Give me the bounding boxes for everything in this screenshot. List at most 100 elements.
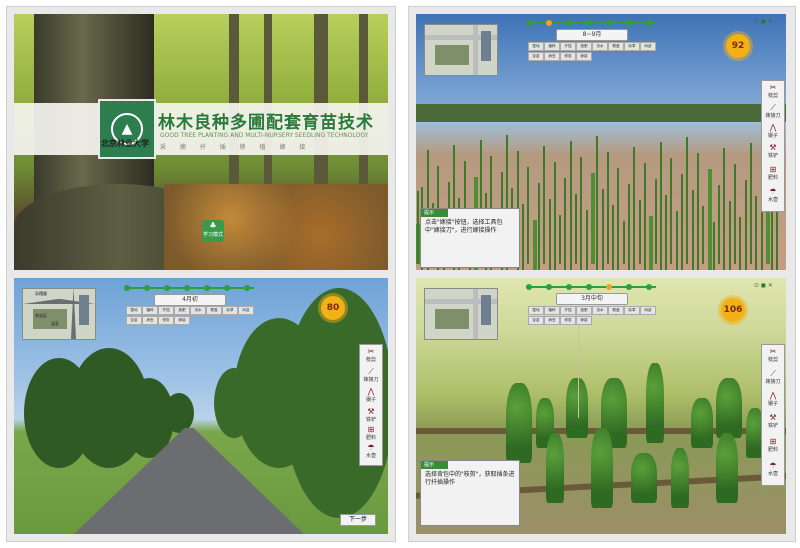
next-step-button[interactable]: 下一步 bbox=[340, 514, 376, 526]
toolbar-button[interactable]: 覆盖 bbox=[206, 306, 222, 315]
toolbar-button[interactable]: 除草 bbox=[624, 42, 640, 51]
vine-plant bbox=[631, 453, 657, 503]
timeline-dot[interactable] bbox=[244, 285, 250, 291]
tool-grafting-knife[interactable]: ⟋ 嫁接刀 bbox=[361, 367, 381, 385]
seedling-stem bbox=[633, 147, 636, 270]
seedling-stem bbox=[622, 221, 625, 264]
toolbar-button[interactable]: 扦插 bbox=[158, 306, 174, 315]
tool-grafting-knife[interactable]: ⟋ 嫁接刀 bbox=[763, 369, 783, 387]
timeline-dot[interactable] bbox=[164, 285, 170, 291]
toolbar-button[interactable]: 间苗 bbox=[640, 306, 656, 315]
tool-shovel[interactable]: ⚒ 铁铲 bbox=[763, 413, 783, 431]
toolbar-button[interactable]: 施肥 bbox=[576, 42, 592, 51]
month-timeline[interactable] bbox=[526, 20, 656, 26]
pruning-shears-icon: ✂ bbox=[769, 347, 777, 356]
minimap[interactable]: 育苗区 温室 采穗圃 bbox=[22, 288, 96, 340]
tool-pruning-shears[interactable]: ✂ 枝剪 bbox=[763, 83, 783, 101]
minimap[interactable] bbox=[424, 288, 498, 340]
toolbar-button[interactable]: 除草 bbox=[624, 306, 640, 315]
tool-fertilizer[interactable]: ⊞ 肥料 bbox=[361, 425, 381, 443]
toolbar-button[interactable]: 整地 bbox=[528, 306, 544, 315]
toolbar-button[interactable]: 播种 bbox=[544, 42, 560, 51]
timeline-dot[interactable] bbox=[546, 284, 552, 290]
toolbar-button[interactable]: 施肥 bbox=[174, 306, 190, 315]
tool-shovel[interactable]: ⚒ 铁铲 bbox=[361, 407, 381, 425]
toolbar-button[interactable]: 嫁接 bbox=[576, 316, 592, 325]
seedling-stem bbox=[569, 141, 572, 270]
window-controls[interactable]: ⊙ ◼ ✕ bbox=[754, 18, 773, 25]
toolbar-button[interactable]: 病虫 bbox=[544, 316, 560, 325]
timeline-dot[interactable] bbox=[566, 284, 572, 290]
tool-grafting-knife[interactable]: ⟋ 嫁接刀 bbox=[763, 103, 783, 121]
hint-box: 提示 点击"嫁接"按钮，选择工具包中"嫁接刀"，进行嫁接操作 bbox=[420, 208, 520, 268]
toolbar-button[interactable]: 间苗 bbox=[640, 42, 656, 51]
toolbar-button[interactable]: 扦插 bbox=[560, 42, 576, 51]
toolbar-button[interactable]: 病虫 bbox=[142, 316, 158, 325]
tool-tweezers[interactable]: ⋀ 镊子 bbox=[361, 387, 381, 405]
tool-pruning-shears[interactable]: ✂ 枝剪 bbox=[361, 347, 381, 365]
tool-pruning-shears[interactable]: ✂ 枝剪 bbox=[763, 347, 783, 365]
tool-watering-can[interactable]: ☂ 水壶 bbox=[763, 187, 783, 205]
toolbar-button[interactable]: 浇水 bbox=[592, 306, 608, 315]
watering-can-icon: ☂ bbox=[769, 187, 777, 196]
toolbar-button[interactable]: 病虫 bbox=[544, 52, 560, 61]
timeline-dot[interactable] bbox=[204, 285, 210, 291]
timeline-dot[interactable] bbox=[526, 284, 532, 290]
timeline-dot[interactable] bbox=[646, 20, 652, 26]
title-tags: 采 摘 扦 插 移 植 嫁 接 bbox=[160, 144, 312, 151]
window-controls[interactable]: ⊙ ◼ ✕ bbox=[754, 282, 773, 289]
timeline-dot[interactable] bbox=[626, 284, 632, 290]
tool-watering-can[interactable]: ☂ 水壶 bbox=[361, 443, 381, 461]
toolbar-button[interactable]: 覆盖 bbox=[608, 42, 624, 51]
toolbar-button[interactable]: 修剪 bbox=[158, 316, 174, 325]
timeline-dot[interactable] bbox=[646, 284, 652, 290]
toolbar-button[interactable]: 间苗 bbox=[238, 306, 254, 315]
tool-tweezers[interactable]: ⋀ 镊子 bbox=[763, 123, 783, 141]
toolbar-button[interactable]: 浇水 bbox=[592, 42, 608, 51]
timeline-dot[interactable] bbox=[184, 285, 190, 291]
toolbar-button[interactable]: 播种 bbox=[142, 306, 158, 315]
toolbar-button[interactable]: 定苗 bbox=[126, 316, 142, 325]
toolbar-button[interactable]: 嫁接 bbox=[174, 316, 190, 325]
toolbar-button[interactable]: 修剪 bbox=[560, 52, 576, 61]
toolbar-button[interactable]: 定苗 bbox=[528, 52, 544, 61]
timeline-dot[interactable] bbox=[586, 284, 592, 290]
tool-fertilizer[interactable]: ⊞ 肥料 bbox=[763, 165, 783, 183]
toolbar-button[interactable]: 定苗 bbox=[528, 316, 544, 325]
toolbar-button[interactable]: 施肥 bbox=[576, 306, 592, 315]
timeline-dot[interactable] bbox=[626, 20, 632, 26]
timeline-dot[interactable] bbox=[586, 20, 592, 26]
tool-tweezers[interactable]: ⋀ 镊子 bbox=[763, 391, 783, 409]
toolbar-button[interactable]: 整地 bbox=[126, 306, 142, 315]
toolbar-button[interactable]: 播种 bbox=[544, 306, 560, 315]
tool-shovel[interactable]: ⚒ 铁铲 bbox=[763, 143, 783, 161]
timeline-dot[interactable] bbox=[566, 20, 572, 26]
shovel-icon: ⚒ bbox=[367, 407, 375, 416]
toolbar-button[interactable]: 除草 bbox=[222, 306, 238, 315]
toolbar-button[interactable]: 嫁接 bbox=[576, 52, 592, 61]
timeline-dot[interactable] bbox=[124, 285, 130, 291]
date-display: 4月初 bbox=[154, 294, 226, 306]
toolbar-button[interactable]: 扦插 bbox=[560, 306, 576, 315]
vine-plant bbox=[546, 433, 564, 503]
minimap[interactable] bbox=[424, 24, 498, 76]
toolbar-button[interactable]: 浇水 bbox=[190, 306, 206, 315]
month-timeline[interactable] bbox=[124, 285, 254, 291]
seedling-stem bbox=[580, 157, 583, 270]
toolbar-button[interactable]: 覆盖 bbox=[608, 306, 624, 315]
toolbar-button[interactable]: 整地 bbox=[528, 42, 544, 51]
timeline-dot[interactable] bbox=[144, 285, 150, 291]
tool-fertilizer[interactable]: ⊞ 肥料 bbox=[763, 437, 783, 455]
roadside-tree bbox=[164, 393, 194, 433]
timeline-dot[interactable] bbox=[526, 20, 532, 26]
toolbar-button[interactable]: 修剪 bbox=[560, 316, 576, 325]
seedling-stem bbox=[522, 204, 524, 270]
timeline-dot-active[interactable] bbox=[606, 284, 612, 290]
timeline-dot[interactable] bbox=[606, 20, 612, 26]
timeline-dot-active[interactable] bbox=[546, 20, 552, 26]
learning-mode-button[interactable]: ♣ 学习模式 bbox=[202, 220, 224, 242]
timeline-dot[interactable] bbox=[224, 285, 230, 291]
seedling-stem bbox=[416, 191, 419, 264]
month-timeline[interactable] bbox=[526, 284, 656, 290]
tool-watering-can[interactable]: ☂ 水壶 bbox=[763, 461, 783, 479]
